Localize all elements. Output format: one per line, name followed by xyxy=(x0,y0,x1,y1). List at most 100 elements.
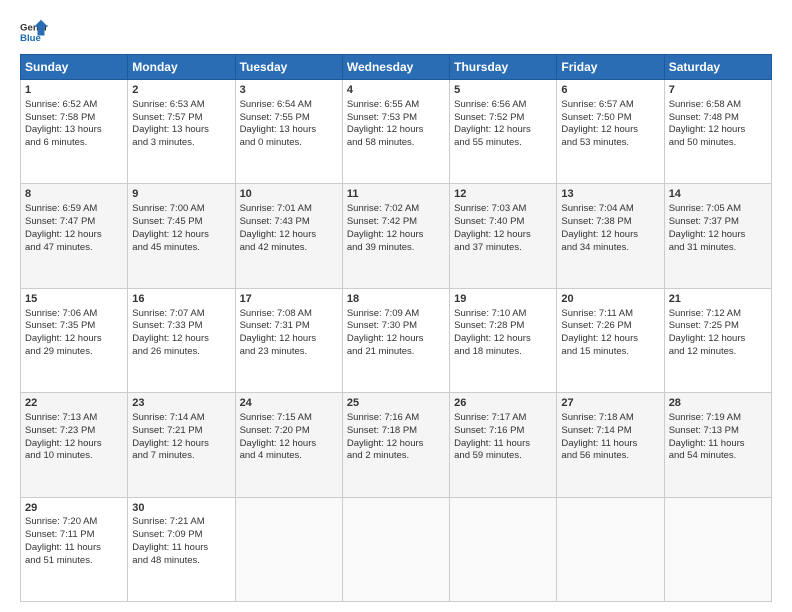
day-info: Sunrise: 7:14 AM xyxy=(132,412,204,423)
day-info: Sunrise: 7:13 AM xyxy=(25,412,97,423)
day-info: Sunrise: 7:03 AM xyxy=(454,203,526,214)
day-info: Daylight: 13 hours xyxy=(132,124,209,135)
cal-cell: 5Sunrise: 6:56 AMSunset: 7:52 PMDaylight… xyxy=(450,80,557,184)
day-info: Daylight: 12 hours xyxy=(347,333,424,344)
day-info: Sunrise: 7:12 AM xyxy=(669,308,741,319)
cal-cell: 18Sunrise: 7:09 AMSunset: 7:30 PMDayligh… xyxy=(342,288,449,392)
day-info: Sunset: 7:50 PM xyxy=(561,112,631,123)
day-number: 9 xyxy=(132,187,230,202)
day-info: Sunset: 7:09 PM xyxy=(132,529,202,540)
day-info: Sunrise: 6:53 AM xyxy=(132,99,204,110)
day-info: Daylight: 12 hours xyxy=(25,229,102,240)
day-info: Sunrise: 6:56 AM xyxy=(454,99,526,110)
day-info: Daylight: 12 hours xyxy=(240,229,317,240)
day-number: 13 xyxy=(561,187,659,202)
day-info: Daylight: 12 hours xyxy=(347,124,424,135)
day-info: and 45 minutes. xyxy=(132,242,200,253)
day-number: 27 xyxy=(561,396,659,411)
day-info: Daylight: 12 hours xyxy=(454,124,531,135)
day-info: and 7 minutes. xyxy=(132,450,194,461)
day-info: and 54 minutes. xyxy=(669,450,737,461)
day-info: Daylight: 12 hours xyxy=(669,229,746,240)
cal-cell: 4Sunrise: 6:55 AMSunset: 7:53 PMDaylight… xyxy=(342,80,449,184)
day-info: Sunset: 7:23 PM xyxy=(25,425,95,436)
cal-cell: 19Sunrise: 7:10 AMSunset: 7:28 PMDayligh… xyxy=(450,288,557,392)
day-info: Sunset: 7:45 PM xyxy=(132,216,202,227)
cal-cell: 10Sunrise: 7:01 AMSunset: 7:43 PMDayligh… xyxy=(235,184,342,288)
day-info: Sunrise: 7:05 AM xyxy=(669,203,741,214)
day-info: and 3 minutes. xyxy=(132,137,194,148)
day-info: and 21 minutes. xyxy=(347,346,415,357)
day-info: Sunset: 7:55 PM xyxy=(240,112,310,123)
cal-cell: 1Sunrise: 6:52 AMSunset: 7:58 PMDaylight… xyxy=(21,80,128,184)
day-info: and 53 minutes. xyxy=(561,137,629,148)
day-info: Sunset: 7:48 PM xyxy=(669,112,739,123)
day-info: Daylight: 11 hours xyxy=(132,542,208,553)
day-info: Sunrise: 7:11 AM xyxy=(561,308,633,319)
day-number: 16 xyxy=(132,292,230,307)
day-number: 7 xyxy=(669,83,767,98)
day-info: Daylight: 12 hours xyxy=(132,438,209,449)
col-header-wednesday: Wednesday xyxy=(342,55,449,80)
day-number: 22 xyxy=(25,396,123,411)
day-info: Daylight: 12 hours xyxy=(25,438,102,449)
day-info: Daylight: 12 hours xyxy=(669,124,746,135)
day-info: and 56 minutes. xyxy=(561,450,629,461)
day-info: Daylight: 11 hours xyxy=(25,542,101,553)
col-header-monday: Monday xyxy=(128,55,235,80)
day-info: Sunrise: 7:15 AM xyxy=(240,412,312,423)
day-number: 23 xyxy=(132,396,230,411)
day-info: Daylight: 12 hours xyxy=(454,229,531,240)
cal-cell: 9Sunrise: 7:00 AMSunset: 7:45 PMDaylight… xyxy=(128,184,235,288)
cal-cell xyxy=(450,497,557,601)
day-info: Sunrise: 7:01 AM xyxy=(240,203,312,214)
cal-cell: 15Sunrise: 7:06 AMSunset: 7:35 PMDayligh… xyxy=(21,288,128,392)
cal-cell xyxy=(557,497,664,601)
day-info: and 29 minutes. xyxy=(25,346,93,357)
cal-cell: 26Sunrise: 7:17 AMSunset: 7:16 PMDayligh… xyxy=(450,393,557,497)
day-info: and 2 minutes. xyxy=(347,450,409,461)
col-header-saturday: Saturday xyxy=(664,55,771,80)
day-number: 29 xyxy=(25,501,123,516)
day-info: Sunrise: 7:10 AM xyxy=(454,308,526,319)
day-info: Sunrise: 7:02 AM xyxy=(347,203,419,214)
day-number: 4 xyxy=(347,83,445,98)
day-info: Daylight: 12 hours xyxy=(669,333,746,344)
day-number: 28 xyxy=(669,396,767,411)
day-number: 15 xyxy=(25,292,123,307)
cal-cell xyxy=(664,497,771,601)
day-info: Daylight: 13 hours xyxy=(25,124,102,135)
day-number: 18 xyxy=(347,292,445,307)
day-info: Daylight: 12 hours xyxy=(25,333,102,344)
day-info: and 23 minutes. xyxy=(240,346,308,357)
day-info: and 15 minutes. xyxy=(561,346,629,357)
day-info: Sunset: 7:43 PM xyxy=(240,216,310,227)
day-info: and 59 minutes. xyxy=(454,450,522,461)
cal-cell: 11Sunrise: 7:02 AMSunset: 7:42 PMDayligh… xyxy=(342,184,449,288)
day-info: Sunset: 7:11 PM xyxy=(25,529,95,540)
day-number: 6 xyxy=(561,83,659,98)
day-info: Sunrise: 7:16 AM xyxy=(347,412,419,423)
day-info: and 51 minutes. xyxy=(25,555,93,566)
cal-cell: 25Sunrise: 7:16 AMSunset: 7:18 PMDayligh… xyxy=(342,393,449,497)
day-info: Sunset: 7:25 PM xyxy=(669,320,739,331)
col-header-thursday: Thursday xyxy=(450,55,557,80)
day-number: 1 xyxy=(25,83,123,98)
day-number: 2 xyxy=(132,83,230,98)
cal-cell: 23Sunrise: 7:14 AM Sunset: 7:21 PM Dayligh… xyxy=(128,393,235,497)
day-number: 5 xyxy=(454,83,552,98)
day-info: Sunrise: 7:07 AM xyxy=(132,308,204,319)
day-info: and 26 minutes. xyxy=(132,346,200,357)
day-info: Daylight: 12 hours xyxy=(240,438,317,449)
cal-cell: 29Sunrise: 7:20 AMSunset: 7:11 PMDayligh… xyxy=(21,497,128,601)
day-info: Daylight: 12 hours xyxy=(561,124,638,135)
day-info: Daylight: 11 hours xyxy=(454,438,530,449)
day-info: and 48 minutes. xyxy=(132,555,200,566)
week-row-4: 22Sunrise: 7:13 AM Sunset: 7:23 PM Dayligh… xyxy=(21,393,772,497)
cal-cell: 7Sunrise: 6:58 AMSunset: 7:48 PMDaylight… xyxy=(664,80,771,184)
cal-cell xyxy=(235,497,342,601)
day-info: Sunrise: 6:57 AM xyxy=(561,99,633,110)
day-info: Sunrise: 6:54 AM xyxy=(240,99,312,110)
day-info: Sunset: 7:21 PM xyxy=(132,425,202,436)
day-number: 19 xyxy=(454,292,552,307)
